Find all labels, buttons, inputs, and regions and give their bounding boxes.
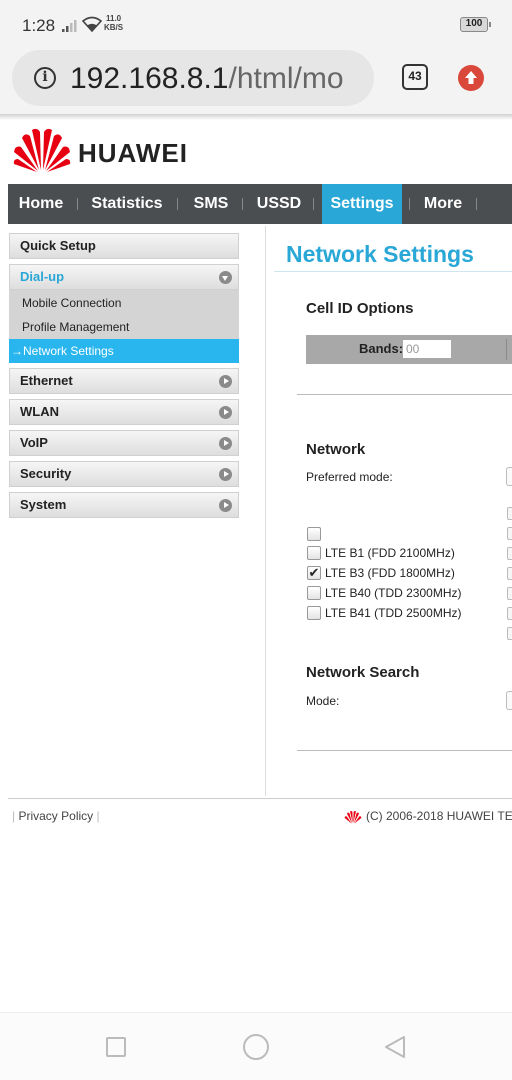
search-mode-select[interactable] (506, 691, 512, 710)
sidebar-subitem-network-settings[interactable]: →Network Settings (9, 339, 239, 363)
band-checkbox[interactable] (307, 546, 321, 560)
network-speed: 11.0 KB/S (104, 14, 124, 32)
nav-ussd[interactable]: USSD (250, 184, 308, 224)
chevron-right-icon (219, 406, 232, 419)
band-checkbox[interactable] (307, 586, 321, 600)
sidebar-subitem-mobile-connection[interactable]: Mobile Connection (9, 291, 239, 315)
bands-input[interactable] (403, 340, 451, 358)
band-checkbox-checked[interactable]: ✔ (307, 566, 321, 580)
band-checkbox-edge[interactable] (507, 527, 512, 540)
sidebar-subitem-profile-management[interactable]: Profile Management (9, 315, 239, 339)
sidebar-item-voip[interactable]: VoIP (9, 430, 239, 456)
arrow-right-icon: → (11, 344, 23, 358)
huawei-logo-icon (13, 128, 71, 172)
privacy-policy-link[interactable]: Privacy Policy (18, 809, 93, 823)
chevron-right-icon (219, 499, 232, 512)
copyright: (C) 2006-2018 HUAWEI TEC (366, 809, 512, 823)
arrow-up-icon (465, 71, 477, 84)
band-checkbox-edge[interactable] (507, 567, 512, 580)
page-title: Network Settings (286, 241, 474, 267)
url-text[interactable]: 192.168.8.1/html/mo (70, 62, 344, 96)
preferred-mode-label: Preferred mode: (306, 470, 393, 484)
nav-separator (242, 198, 243, 210)
chevron-down-icon (219, 271, 232, 284)
nav-separator (409, 198, 410, 210)
nav-separator (177, 198, 178, 210)
nav-home[interactable]: Home (8, 184, 74, 224)
section-title-network: Network (306, 441, 366, 458)
sidebar-item-dial-up[interactable]: Dial-up (9, 264, 239, 290)
sidebar-item-security[interactable]: Security (9, 461, 239, 487)
nav-separator (77, 198, 78, 210)
toolbar-shadow (0, 114, 512, 120)
back-icon[interactable] (383, 1035, 407, 1059)
column-divider (265, 226, 266, 796)
section-title-network-search: Network Search (306, 664, 420, 681)
huawei-mini-logo-icon (344, 810, 362, 824)
wifi-icon (82, 16, 102, 32)
sidebar-item-system[interactable]: System (9, 492, 239, 518)
band-checkbox[interactable] (307, 527, 321, 541)
sidebar-item-quick-setup[interactable]: Quick Setup (9, 233, 239, 259)
section-divider (297, 394, 512, 395)
nav-statistics[interactable]: Statistics (86, 184, 168, 224)
band-checkbox-edge[interactable] (507, 627, 512, 640)
band-checkbox-edge[interactable] (507, 507, 512, 520)
title-underline (274, 271, 512, 272)
info-icon[interactable]: i (34, 67, 56, 89)
nav-sms[interactable]: SMS (186, 184, 236, 224)
footer-divider (8, 798, 512, 799)
main-nav: Home Statistics SMS USSD Settings More (8, 184, 512, 224)
chevron-right-icon (219, 468, 232, 481)
section-divider (297, 750, 512, 751)
battery-icon: 100 (460, 17, 491, 32)
search-mode-label: Mode: (306, 694, 340, 708)
browser-toolbar: i 192.168.8.1/html/mo 43 (0, 48, 512, 114)
nav-more[interactable]: More (416, 184, 470, 224)
preferred-mode-select[interactable] (506, 467, 512, 486)
bands-bar: Bands: (306, 335, 512, 364)
dial-up-submenu: Mobile Connection Profile Management →Ne… (9, 290, 239, 363)
nav-settings[interactable]: Settings (322, 184, 402, 224)
address-bar[interactable]: i 192.168.8.1/html/mo (12, 50, 374, 106)
nav-separator (313, 198, 314, 210)
bar-divider (506, 339, 507, 360)
upload-button[interactable] (458, 65, 484, 91)
signal-icon (62, 20, 77, 32)
band-checkbox-edge[interactable] (507, 607, 512, 620)
home-icon[interactable] (243, 1034, 269, 1060)
footer-links: | Privacy Policy | (12, 809, 100, 823)
recents-icon[interactable] (106, 1037, 126, 1057)
sidebar-item-ethernet[interactable]: Ethernet (9, 368, 239, 394)
band-checkbox-edge[interactable] (507, 547, 512, 560)
bands-label: Bands: (359, 341, 404, 356)
chevron-right-icon (219, 375, 232, 388)
android-nav-bar (0, 1012, 512, 1080)
tabs-button[interactable]: 43 (402, 64, 428, 90)
band-checkbox[interactable] (307, 606, 321, 620)
sidebar-item-wlan[interactable]: WLAN (9, 399, 239, 425)
section-title-cell-id: Cell ID Options (306, 300, 414, 317)
status-time: 1:28 (22, 16, 56, 35)
brand-name: HUAWEI (78, 138, 188, 168)
chevron-right-icon (219, 437, 232, 450)
band-checkbox-edge[interactable] (507, 587, 512, 600)
nav-separator (476, 198, 477, 210)
status-bar: 1:28 11.0 KB/S 100 (0, 0, 512, 48)
